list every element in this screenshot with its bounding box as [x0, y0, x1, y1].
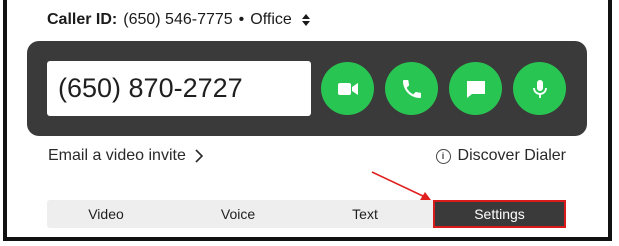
- email-invite-label: Email a video invite: [48, 147, 186, 164]
- phone-number-input[interactable]: [47, 61, 311, 116]
- email-video-invite-link[interactable]: Email a video invite: [48, 147, 204, 165]
- tab-label: Settings: [474, 206, 525, 222]
- tab-settings[interactable]: Settings: [433, 200, 566, 228]
- tab-label: Text: [352, 206, 378, 222]
- caller-id-label: Caller ID:: [47, 11, 118, 28]
- chat-bubble-icon: [466, 80, 485, 98]
- caller-id-selector[interactable]: Caller ID: (650) 546-7775 • Office: [47, 9, 310, 31]
- voice-call-button[interactable]: [385, 62, 438, 115]
- video-call-button[interactable]: [321, 62, 374, 115]
- caller-id-number: (650) 546-7775: [123, 11, 233, 28]
- info-icon: i: [435, 148, 451, 164]
- discover-dialer-link[interactable]: i Discover Dialer: [435, 147, 566, 165]
- phone-icon: [402, 79, 421, 98]
- microphone-icon: [532, 79, 547, 98]
- tab-text[interactable]: Text: [305, 200, 425, 228]
- sort-chevron-icon[interactable]: [301, 14, 310, 26]
- tab-label: Voice: [220, 206, 256, 222]
- text-message-button[interactable]: [449, 62, 502, 115]
- tab-label: Video: [88, 206, 124, 222]
- mode-tabs: Video Voice Text Settings: [47, 200, 566, 228]
- caller-id-separator: •: [238, 11, 245, 28]
- caller-id-line: Office: [250, 11, 292, 28]
- discover-dialer-label: Discover Dialer: [457, 147, 566, 164]
- tab-voice[interactable]: Voice: [175, 200, 301, 228]
- microphone-button[interactable]: [513, 62, 566, 115]
- video-camera-icon: [337, 82, 358, 95]
- tab-video[interactable]: Video: [47, 200, 165, 228]
- chevron-right-icon: [195, 149, 203, 163]
- dialer-panel: [27, 41, 587, 136]
